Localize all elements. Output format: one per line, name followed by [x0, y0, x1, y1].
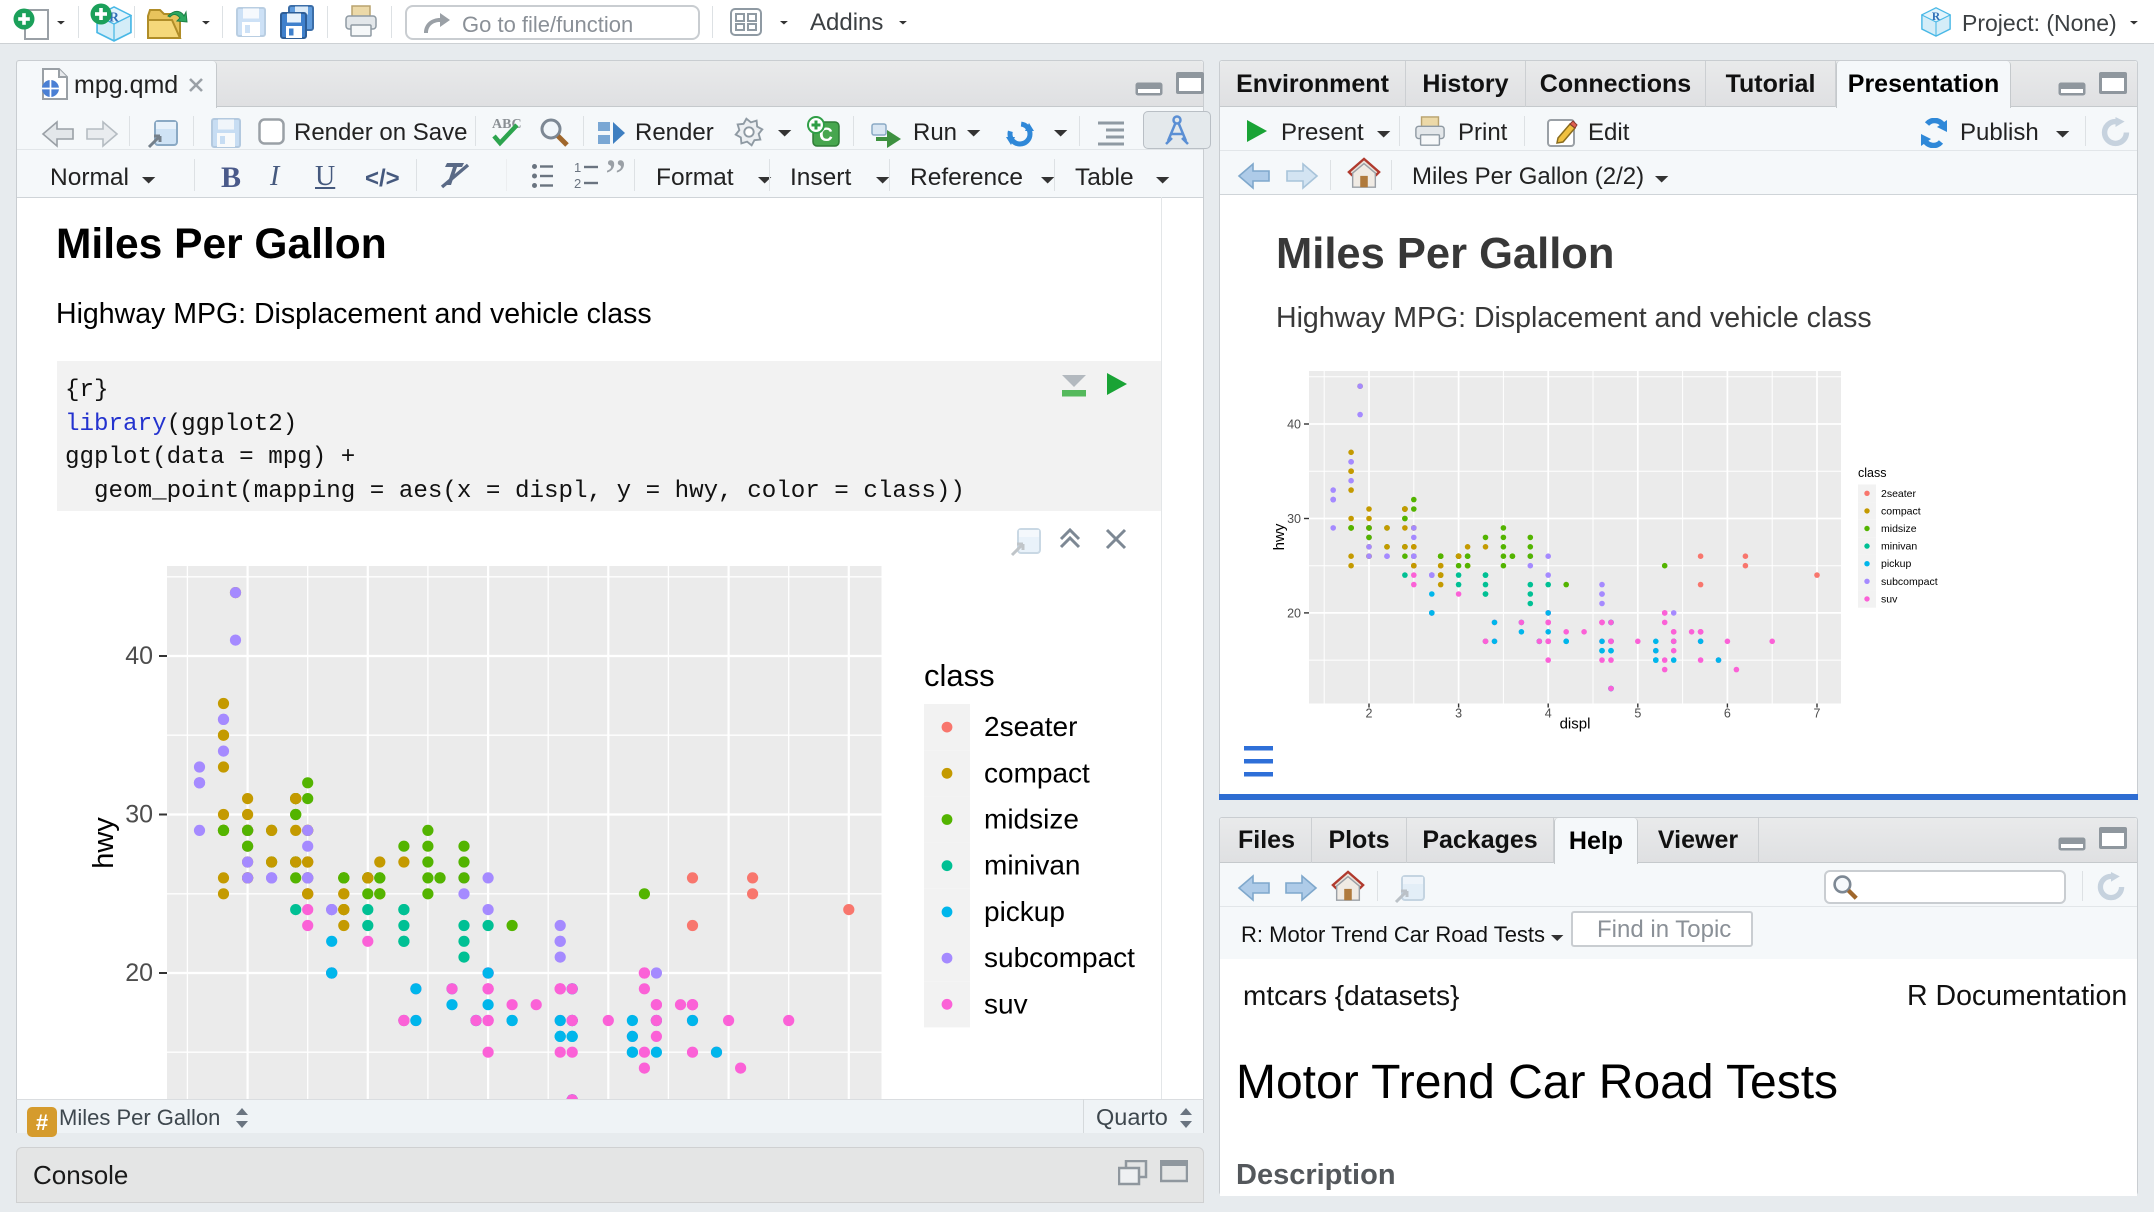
svg-text:4: 4: [1545, 707, 1552, 721]
svg-text:midsize: midsize: [984, 804, 1079, 835]
svg-text:40: 40: [125, 642, 153, 670]
svg-text:class: class: [1858, 466, 1886, 480]
svg-text:minivan: minivan: [1881, 541, 1917, 553]
svg-text:7: 7: [1814, 707, 1821, 721]
svg-text:compact: compact: [984, 757, 1090, 788]
svg-text:ABC: ABC: [492, 117, 522, 132]
svg-text:30: 30: [125, 801, 153, 829]
svg-text:2: 2: [1366, 707, 1373, 721]
svg-text:hwy: hwy: [1271, 523, 1288, 550]
svg-text:2: 2: [574, 176, 581, 189]
svg-text:R: R: [1932, 11, 1941, 23]
svg-text:3: 3: [1455, 707, 1462, 721]
svg-text:pickup: pickup: [984, 896, 1065, 927]
svg-text:6: 6: [1724, 707, 1731, 721]
svg-text:suv: suv: [984, 988, 1028, 1019]
svg-text:2seater: 2seater: [1881, 488, 1917, 500]
svg-text:2seater: 2seater: [984, 711, 1077, 742]
svg-text:20: 20: [1287, 606, 1301, 620]
svg-text:40: 40: [1287, 418, 1301, 432]
svg-text:suv: suv: [1881, 593, 1898, 605]
svg-text:hwy: hwy: [88, 817, 120, 869]
svg-text:#: #: [36, 1110, 48, 1135]
svg-text:30: 30: [1287, 512, 1301, 526]
svg-text:compact: compact: [1881, 505, 1921, 517]
svg-text:class: class: [924, 658, 995, 693]
svg-text:displ: displ: [1560, 716, 1591, 733]
svg-text:1: 1: [574, 161, 581, 175]
svg-text:subcompact: subcompact: [984, 942, 1135, 973]
svg-text:20: 20: [125, 959, 153, 987]
svg-text:subcompact: subcompact: [1881, 576, 1938, 588]
svg-text:midsize: midsize: [1881, 523, 1917, 535]
svg-text:minivan: minivan: [984, 850, 1080, 881]
svg-text:5: 5: [1634, 707, 1641, 721]
svg-text:pickup: pickup: [1881, 558, 1912, 570]
